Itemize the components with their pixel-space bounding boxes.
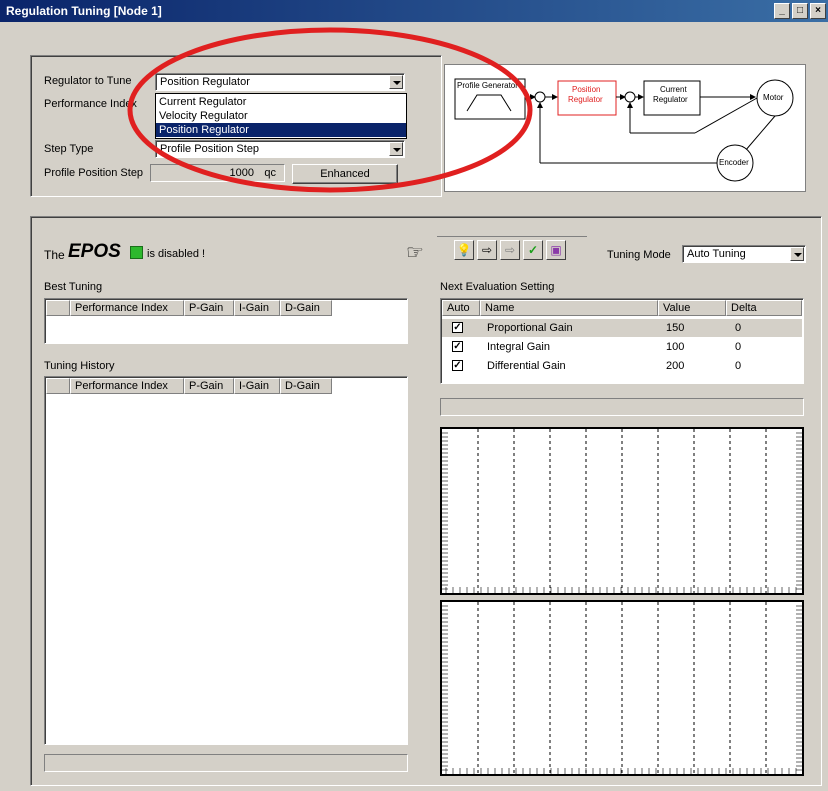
encoder-text: Encoder [719,158,749,167]
next-eval-header: Auto Name Value Delta [442,300,802,316]
tuning-mode-select[interactable]: Auto Tuning [682,245,806,263]
checkmark-icon[interactable]: ✓ [523,240,543,260]
regulator-to-tune-label: Regulator to Tune [44,75,132,87]
tuning-history-label: Tuning History [44,360,115,372]
motor-text: Motor [763,93,784,102]
status-the: The [44,248,65,262]
close-button[interactable]: × [810,3,826,19]
tuning-history-header: Performance Index P-Gain I-Gain D-Gain [46,378,332,394]
summing-junction [624,91,636,103]
epos-logo: EPOS [68,241,121,262]
table-row[interactable]: ✓ Integral Gain 100 0 [442,338,802,356]
best-tuning-label: Best Tuning [44,281,103,293]
row-delta: 0 [735,360,742,372]
auto-checkbox[interactable]: ✓ [452,360,463,371]
best-tuning-table[interactable]: Performance Index P-Gain I-Gain D-Gain [44,298,408,344]
annotation-ellipse [127,27,533,193]
history-progress-bar [44,754,408,772]
eval-progress-bar [440,398,804,416]
status-disabled: is disabled ! [147,248,206,260]
column-header[interactable]: I-Gain [234,300,280,316]
toolbar-frame [437,236,587,237]
row-name: Integral Gain [487,341,550,353]
scope-plot-top [440,427,804,595]
maximize-button[interactable]: □ [792,3,808,19]
tuning-mode-value: Auto Tuning [687,248,746,260]
epos-status-led [130,246,143,259]
column-header[interactable]: P-Gain [184,378,234,394]
position-regulator-text-2: Regulator [568,95,603,104]
regulation-tuning-window: Regulation Tuning [Node 1] _ □ × Regulat… [0,0,828,791]
row-name: Proportional Gain [487,322,573,334]
column-header[interactable]: Delta [726,300,802,316]
current-regulator-text-2: Regulator [653,95,688,104]
best-tuning-header: Performance Index P-Gain I-Gain D-Gain [46,300,332,316]
column-header[interactable]: P-Gain [184,300,234,316]
book-icon[interactable]: ▣ [546,240,566,260]
tuning-history-table[interactable]: Performance Index P-Gain I-Gain D-Gain [44,376,408,745]
column-header[interactable] [46,378,70,394]
column-header[interactable]: Auto [442,300,480,316]
column-header[interactable]: D-Gain [280,378,332,394]
minimize-button[interactable]: _ [774,3,790,19]
row-delta: 0 [735,341,742,353]
table-row[interactable]: ✓ Differential Gain 200 0 [442,357,802,375]
row-delta: 0 [735,322,742,334]
auto-checkbox[interactable]: ✓ [452,341,463,352]
lightbulb-icon[interactable]: 💡 [454,240,474,260]
scope-plot-bottom [440,600,804,776]
next-eval-label: Next Evaluation Setting [440,281,555,293]
chevron-down-icon[interactable] [790,247,804,261]
column-header[interactable]: Performance Index [70,300,184,316]
column-header[interactable]: Performance Index [70,378,184,394]
arrow-right-icon[interactable]: ⇨ [477,240,497,260]
step-type-label: Step Type [44,143,94,155]
column-header[interactable]: D-Gain [280,300,332,316]
row-name: Differential Gain [487,360,566,372]
row-value: 200 [666,360,685,372]
column-header[interactable]: Value [658,300,726,316]
position-regulator-text-1: Position [572,85,601,94]
next-eval-table[interactable]: Auto Name Value Delta ✓ Proportional Gai… [440,298,804,384]
column-header[interactable]: Name [480,300,658,316]
arrow-right-disabled-icon[interactable]: ⇨ [500,240,520,260]
current-regulator-text-1: Current [660,85,687,94]
row-value: 150 [666,322,685,334]
tuning-mode-label: Tuning Mode [607,249,671,261]
auto-checkbox[interactable]: ✓ [452,322,463,333]
table-row[interactable]: ✓ Proportional Gain 150 0 [442,319,802,337]
column-header[interactable] [46,300,70,316]
row-value: 100 [666,341,685,353]
column-header[interactable]: I-Gain [234,378,280,394]
pointing-hand-icon: ☞ [406,242,424,264]
